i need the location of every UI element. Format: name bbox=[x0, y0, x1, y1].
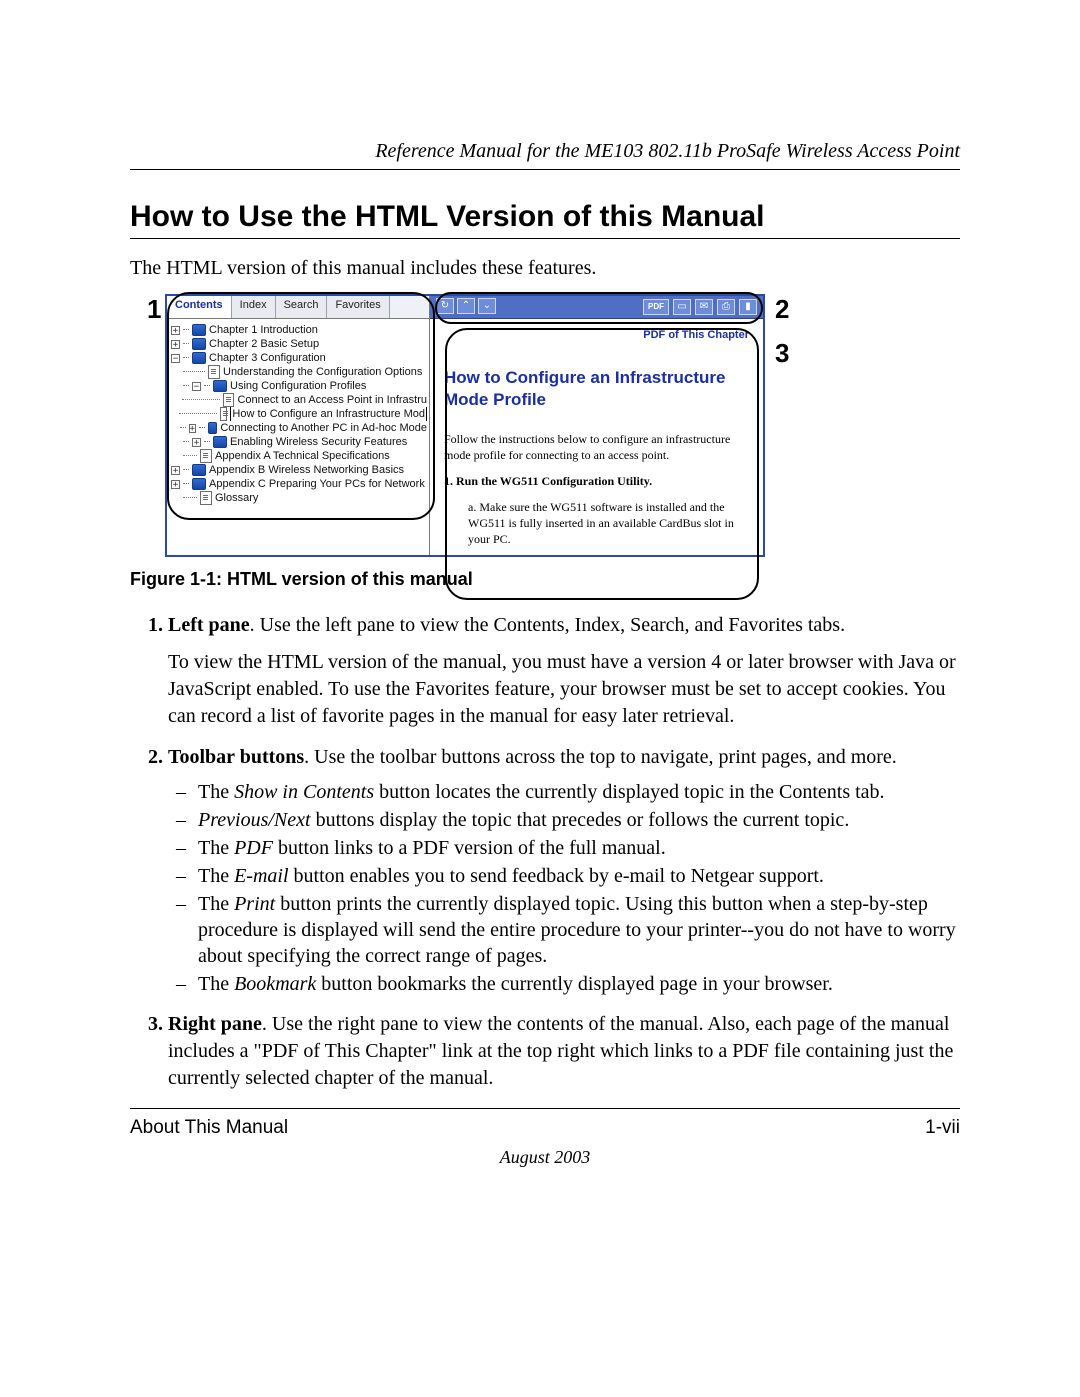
footer-date: August 2003 bbox=[130, 1147, 960, 1168]
footer-rule bbox=[130, 1108, 960, 1109]
tree-item-appendix-a[interactable]: Appendix A Technical Specifications bbox=[171, 449, 427, 463]
tree-item-chapter-1[interactable]: +Chapter 1 Introduction bbox=[171, 323, 427, 337]
book-icon bbox=[213, 380, 227, 392]
figure-1-1: 1 2 3 Contents Index Search Favorites +C… bbox=[165, 294, 805, 557]
callout-3: 3 bbox=[775, 338, 789, 369]
running-header: Reference Manual for the ME103 802.11b P… bbox=[130, 140, 960, 163]
tree-item-config-options[interactable]: Understanding the Configuration Options bbox=[171, 365, 427, 379]
tab-index[interactable]: Index bbox=[232, 296, 276, 318]
next-button[interactable]: ⌄ bbox=[478, 298, 496, 314]
sub-email: The E-mail button enables you to send fe… bbox=[168, 863, 960, 889]
sub-bookmark: The Bookmark button bookmarks the curren… bbox=[168, 971, 960, 997]
callout-1: 1 bbox=[147, 294, 161, 325]
content-pane-container: ↻ ⌃ ⌄ PDF ▭ ✉ ⎙ ▮ PDF of This Chapter Ho… bbox=[430, 296, 763, 555]
book-icon bbox=[192, 352, 206, 364]
sub-print: The Print button prints the currently di… bbox=[168, 891, 960, 969]
tree-item-appendix-c[interactable]: +Appendix C Preparing Your PCs for Netwo… bbox=[171, 477, 427, 491]
tree-item-chapter-2[interactable]: +Chapter 2 Basic Setup bbox=[171, 337, 427, 351]
tree-item-config-profiles[interactable]: −Using Configuration Profiles bbox=[171, 379, 427, 393]
book-icon bbox=[192, 478, 206, 490]
nav-tabs: Contents Index Search Favorites bbox=[167, 296, 429, 319]
heading-rule bbox=[130, 238, 960, 239]
sub-pdf: The PDF button links to a PDF version of… bbox=[168, 835, 960, 861]
pdf-button[interactable]: PDF bbox=[643, 299, 669, 315]
page-button[interactable]: ▭ bbox=[673, 299, 691, 315]
list-item-1-text: . Use the left pane to view the Contents… bbox=[250, 614, 845, 636]
footer-right: 1-vii bbox=[925, 1117, 960, 1139]
list-item-2: Toolbar buttons. Use the toolbar buttons… bbox=[168, 744, 960, 997]
tree-item-glossary[interactable]: Glossary bbox=[171, 491, 427, 505]
left-navigation-pane: Contents Index Search Favorites +Chapter… bbox=[167, 296, 430, 555]
footer-left: About This Manual bbox=[130, 1117, 288, 1139]
intro-paragraph: The HTML version of this manual includes… bbox=[130, 257, 960, 280]
help-viewer-frame: Contents Index Search Favorites +Chapter… bbox=[165, 294, 765, 557]
content-heading: How to Configure an Infrastructure Mode … bbox=[444, 367, 749, 411]
pdf-of-chapter-link[interactable]: PDF of This Chapter bbox=[444, 329, 749, 341]
page-icon bbox=[223, 393, 234, 407]
tab-favorites[interactable]: Favorites bbox=[327, 296, 389, 318]
book-icon bbox=[192, 338, 206, 350]
toolbar: ↻ ⌃ ⌄ PDF ▭ ✉ ⎙ ▮ bbox=[430, 296, 763, 319]
email-button[interactable]: ✉ bbox=[695, 299, 713, 315]
tree-item-security[interactable]: +Enabling Wireless Security Features bbox=[171, 435, 427, 449]
list-item-3-title: Right pane bbox=[168, 1013, 262, 1035]
page-icon bbox=[208, 365, 220, 379]
content-pane: PDF of This Chapter How to Configure an … bbox=[430, 319, 763, 555]
bookmark-button[interactable]: ▮ bbox=[739, 299, 757, 315]
content-step-1a: a. Make sure the WG511 software is insta… bbox=[468, 499, 749, 547]
page-icon bbox=[220, 407, 227, 421]
toolbar-sublist: The Show in Contents button locates the … bbox=[168, 779, 960, 997]
list-item-1-title: Left pane bbox=[168, 614, 250, 636]
list-item-2-text: . Use the toolbar buttons across the top… bbox=[304, 746, 897, 768]
sub-prev-next: Previous/Next buttons display the topic … bbox=[168, 807, 960, 833]
content-paragraph: Follow the instructions below to configu… bbox=[444, 431, 749, 463]
list-item-2-title: Toolbar buttons bbox=[168, 746, 304, 768]
book-icon bbox=[192, 324, 206, 336]
tab-contents[interactable]: Contents bbox=[167, 296, 232, 318]
book-icon bbox=[208, 422, 217, 434]
content-step-1: 1. Run the WG511 Configuration Utility. bbox=[444, 473, 749, 489]
contents-tree: +Chapter 1 Introduction +Chapter 2 Basic… bbox=[167, 319, 429, 513]
tree-item-chapter-3[interactable]: −Chapter 3 Configuration bbox=[171, 351, 427, 365]
list-item-1: Left pane. Use the left pane to view the… bbox=[168, 612, 960, 730]
footer-row: About This Manual 1-vii bbox=[130, 1117, 960, 1139]
figure-caption: Figure 1-1: HTML version of this manual bbox=[130, 569, 960, 590]
header-rule bbox=[130, 169, 960, 170]
page-icon bbox=[200, 491, 212, 505]
show-in-contents-button[interactable]: ↻ bbox=[436, 298, 454, 314]
previous-button[interactable]: ⌃ bbox=[457, 298, 475, 314]
tab-search[interactable]: Search bbox=[276, 296, 328, 318]
list-item-3: Right pane. Use the right pane to view t… bbox=[168, 1011, 960, 1092]
callout-2: 2 bbox=[775, 294, 789, 325]
numbered-list: Left pane. Use the left pane to view the… bbox=[130, 612, 960, 1092]
sub-show-in-contents: The Show in Contents button locates the … bbox=[168, 779, 960, 805]
tree-item-connect-ap[interactable]: Connect to an Access Point in Infrastru bbox=[171, 393, 427, 407]
book-icon bbox=[192, 464, 206, 476]
list-item-3-text: . Use the right pane to view the content… bbox=[168, 1013, 953, 1089]
section-heading: How to Use the HTML Version of this Manu… bbox=[130, 200, 960, 234]
page-icon bbox=[200, 449, 212, 463]
list-item-1-paragraph: To view the HTML version of the manual, … bbox=[168, 649, 960, 730]
tree-item-appendix-b[interactable]: +Appendix B Wireless Networking Basics bbox=[171, 463, 427, 477]
book-icon bbox=[213, 436, 227, 448]
tree-item-infra-mode[interactable]: How to Configure an Infrastructure Mod bbox=[171, 407, 427, 421]
print-button[interactable]: ⎙ bbox=[717, 299, 735, 315]
tree-item-adhoc[interactable]: +Connecting to Another PC in Ad-hoc Mode bbox=[171, 421, 427, 435]
